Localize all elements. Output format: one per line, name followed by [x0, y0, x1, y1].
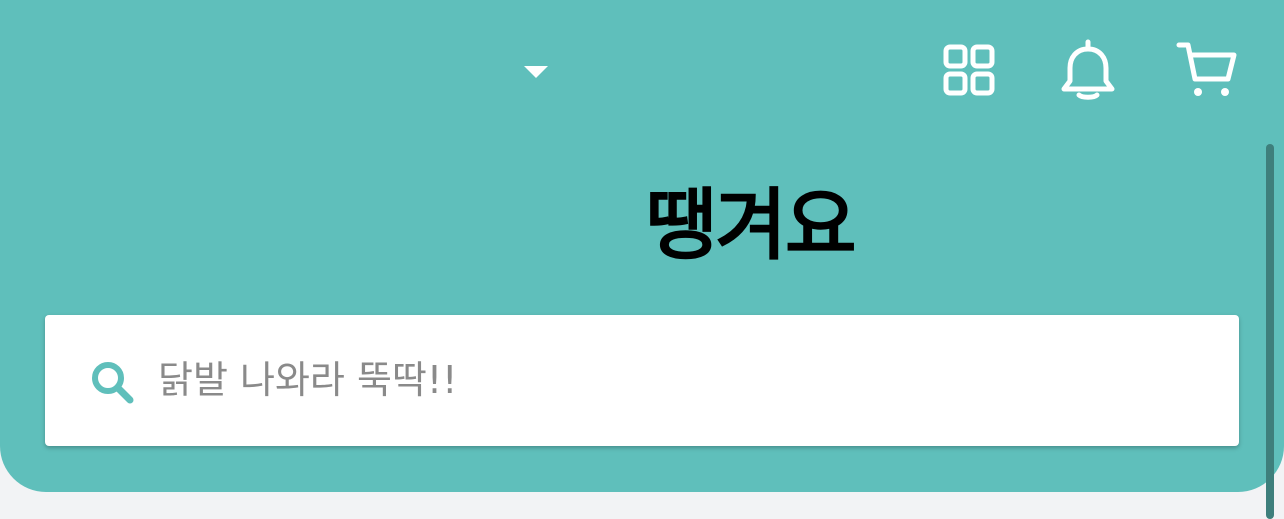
brand-title: 땡겨요 — [645, 181, 856, 271]
notifications-button[interactable] — [1056, 38, 1120, 102]
search-icon — [92, 362, 134, 404]
cart-button[interactable] — [1175, 38, 1239, 102]
apps-button[interactable] — [937, 38, 1001, 102]
search-bar[interactable]: 닭발 나와라 뚝딱!! — [45, 315, 1239, 446]
cart-icon — [1176, 42, 1237, 96]
app-header: 땡겨요 닭발 나와라 뚝딱!! — [0, 0, 1284, 492]
search-placeholder: 닭발 나와라 뚝딱!! — [158, 358, 458, 402]
bell-icon — [1061, 39, 1115, 100]
location-dropdown-caret-icon[interactable] — [524, 66, 548, 78]
grid-icon — [943, 44, 995, 96]
scrollbar[interactable] — [1266, 144, 1274, 519]
